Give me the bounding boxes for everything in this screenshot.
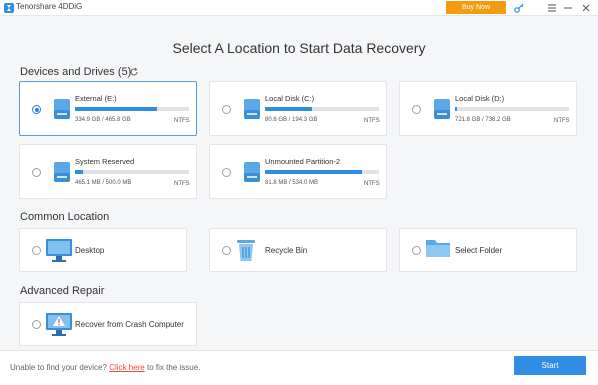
drive-name: Local Disk (C:)	[265, 94, 315, 103]
drive-filesystem: NTFS	[174, 118, 190, 124]
help-hint: Unable to find your device? Click here t…	[10, 363, 200, 372]
drive-usage-bar	[75, 170, 189, 174]
drive-usage-fill	[265, 170, 362, 174]
buy-now-button[interactable]: Buy Now	[446, 1, 506, 14]
menu-icon[interactable]	[546, 2, 558, 14]
drive-name: Local Disk (D:)	[455, 94, 505, 103]
drive-name: Unmounted Partition-2	[265, 157, 341, 166]
drive-card[interactable]: Local Disk (D:) 721.8 GB / 736.2 GB NTFS	[399, 81, 577, 136]
drive-radio[interactable]	[222, 105, 231, 114]
monitor-icon	[45, 237, 73, 268]
drive-radio[interactable]	[32, 105, 41, 114]
drive-size: 80.6 GB / 194.3 GB	[265, 117, 318, 123]
drive-usage-bar	[75, 107, 189, 111]
drive-radio[interactable]	[222, 168, 231, 177]
click-here-link[interactable]: Click here	[109, 363, 145, 372]
minimize-icon[interactable]	[562, 2, 574, 14]
hint-prefix: Unable to find your device?	[10, 363, 107, 372]
location-card-label: Select Folder	[455, 246, 503, 255]
hard-drive-icon	[242, 160, 262, 189]
drive-usage-fill	[75, 170, 83, 174]
drive-filesystem: NTFS	[554, 118, 570, 124]
drive-usage-fill	[455, 107, 458, 111]
recycle-bin-icon	[235, 237, 257, 268]
drive-usage-fill	[265, 107, 312, 111]
drive-name: External (E:)	[75, 94, 117, 103]
location-card-radio[interactable]	[32, 246, 41, 255]
hard-drive-icon	[52, 97, 72, 126]
title-bar: Tenorshare 4DDiG Buy Now	[0, 0, 598, 16]
refresh-icon[interactable]	[129, 67, 139, 77]
start-button[interactable]: Start	[514, 356, 586, 375]
location-card-radio[interactable]	[222, 246, 231, 255]
devices-section-title: Devices and Drives (5)	[20, 66, 132, 78]
location-card-label: Desktop	[75, 246, 105, 255]
repair-card[interactable]: Recover from Crash Computer	[19, 302, 197, 346]
folder-icon	[425, 237, 451, 264]
drive-size: 721.8 GB / 736.2 GB	[455, 117, 511, 123]
drive-size: 465.1 MB / 500.0 MB	[75, 180, 132, 186]
drive-card[interactable]: Unmounted Partition-2 81.8 MB / 534.0 MB N…	[209, 144, 387, 199]
location-card-label: Recycle Bin	[265, 246, 308, 255]
drive-usage-bar	[265, 170, 379, 174]
drive-name: System Reserved	[75, 157, 135, 166]
drive-usage-fill	[75, 107, 158, 111]
footer-bar: Unable to find your device? Click here t…	[0, 350, 598, 385]
location-card[interactable]: Desktop	[19, 228, 187, 272]
location-card[interactable]: Recycle Bin	[209, 228, 387, 272]
drive-size: 334.9 GB / 465.8 GB	[75, 117, 131, 123]
repair-card-label: Recover from Crash Computer	[75, 320, 184, 329]
hint-suffix: to fix the issue.	[147, 363, 201, 372]
common-section-title: Common Location	[20, 211, 110, 223]
drive-usage-bar	[265, 107, 379, 111]
drive-card[interactable]: System Reserved 465.1 MB / 500.0 MB NTFS	[19, 144, 197, 199]
app-logo-icon	[4, 3, 14, 13]
drive-radio[interactable]	[412, 105, 421, 114]
close-icon[interactable]	[580, 2, 592, 14]
drive-card[interactable]: Local Disk (C:) 80.6 GB / 194.3 GB NTFS	[209, 81, 387, 136]
app-title: Tenorshare 4DDiG	[16, 2, 83, 11]
advanced-section-title: Advanced Repair	[20, 285, 105, 297]
drive-radio[interactable]	[32, 168, 41, 177]
hard-drive-icon	[52, 160, 72, 189]
drive-filesystem: NTFS	[364, 181, 380, 187]
drive-size: 81.8 MB / 534.0 MB	[265, 180, 319, 186]
hard-drive-icon	[242, 97, 262, 126]
location-card-radio[interactable]	[412, 246, 421, 255]
drive-filesystem: NTFS	[364, 118, 380, 124]
key-icon[interactable]	[513, 2, 525, 14]
drive-card[interactable]: External (E:) 334.9 GB / 465.8 GB NTFS	[19, 81, 197, 136]
drive-filesystem: NTFS	[174, 181, 190, 187]
hard-drive-icon	[432, 97, 452, 126]
drive-usage-bar	[455, 107, 569, 111]
crash-computer-icon	[45, 311, 73, 342]
location-card[interactable]: Select Folder	[399, 228, 577, 272]
page-title: Select A Location to Start Data Recovery	[172, 40, 426, 56]
repair-card-radio[interactable]	[32, 320, 41, 329]
